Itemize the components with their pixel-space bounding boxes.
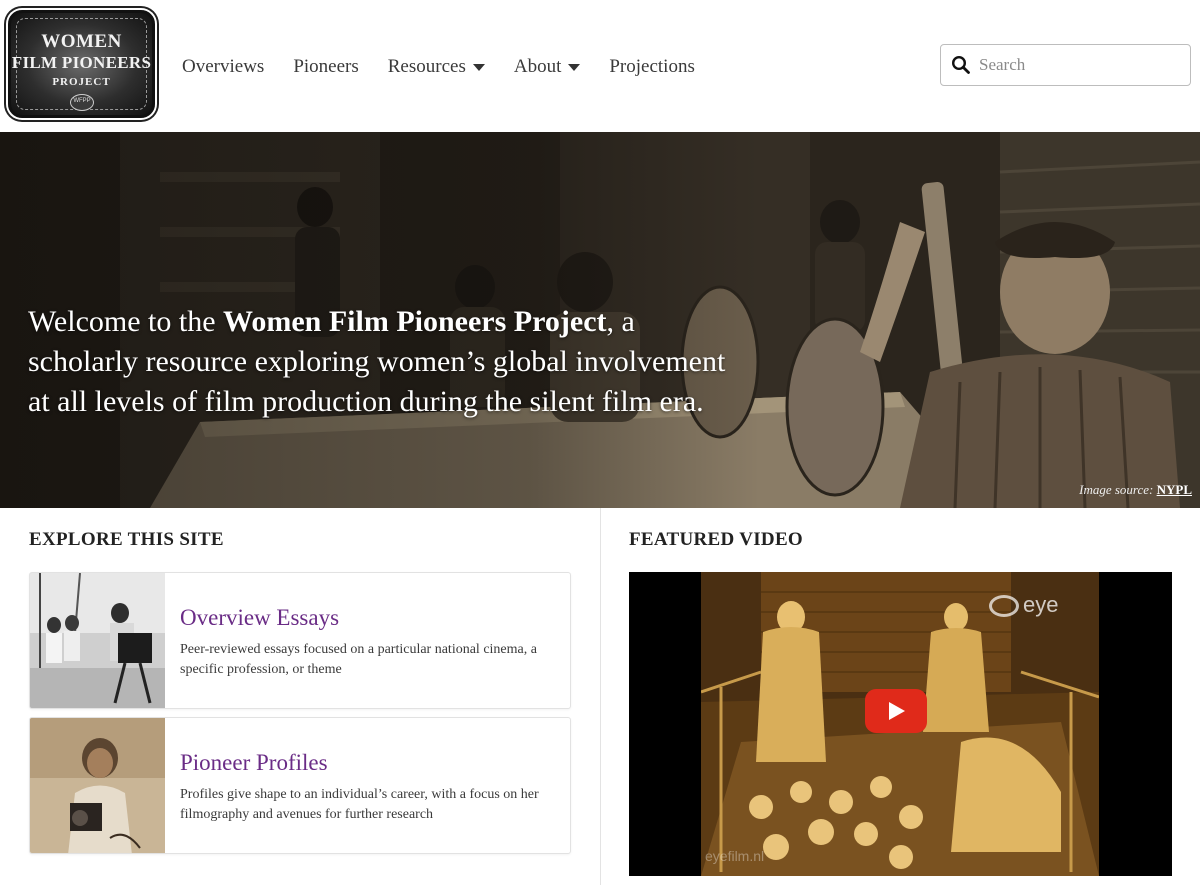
nav-item-label: Pioneers: [293, 56, 359, 77]
image-source-link[interactable]: NYPL: [1157, 482, 1192, 497]
welcome-project-name: Women Film Pioneers Project: [223, 305, 607, 338]
search-icon[interactable]: [951, 55, 971, 75]
card-title[interactable]: Pioneer Profiles: [180, 750, 328, 776]
play-button[interactable]: [865, 689, 927, 733]
welcome-prefix: Welcome to the: [28, 305, 224, 338]
nav-item-resources[interactable]: Resources: [388, 56, 485, 78]
caret-down-icon: [472, 63, 485, 71]
site-logo[interactable]: WOMEN FILM PIONEERS PROJECT WFPP: [8, 10, 155, 118]
search-input[interactable]: [979, 50, 1179, 80]
logo-seal-text: WFPP: [73, 98, 91, 104]
explore-heading: EXPLORE THIS SITE: [29, 529, 224, 550]
pioneer-profiles-thumbnail: [30, 718, 165, 853]
hero-banner: Welcome to the Women Film Pioneers Proje…: [0, 132, 1200, 508]
card-description: Peer-reviewed essays focused on a partic…: [180, 642, 537, 677]
eye-logo-icon: [989, 595, 1019, 618]
nav-item-pioneers[interactable]: Pioneers: [293, 56, 358, 78]
eye-logo-text: eye: [1023, 592, 1059, 617]
video-watermark: eyefilm.nl: [705, 848, 765, 864]
site-header: WOMEN FILM PIONEERS PROJECT WFPP Overvie…: [0, 0, 1200, 132]
logo-line-3: PROJECT: [52, 76, 111, 88]
featured-video-heading: FEATURED VIDEO: [629, 529, 803, 550]
card-overview-essays[interactable]: Overview Essays Peer-reviewed essays foc…: [29, 572, 571, 709]
card-description: Profiles give shape to an individual’s c…: [180, 787, 539, 822]
hero-welcome-text: Welcome to the Women Film Pioneers Proje…: [28, 302, 748, 422]
eye-logo: eye: [989, 592, 1058, 618]
image-source-credit: Image source: NYPL: [1079, 482, 1192, 498]
column-divider: [600, 508, 601, 885]
card-title[interactable]: Overview Essays: [180, 605, 339, 631]
nav-item-label: Overviews: [182, 56, 265, 77]
main-nav: Overviews Pioneers Resources About Proje…: [182, 54, 724, 80]
card-pioneer-profiles[interactable]: Pioneer Profiles Profiles give shape to …: [29, 717, 571, 854]
image-source-label: Image source:: [1079, 482, 1157, 497]
nav-item-about[interactable]: About: [514, 56, 581, 78]
logo-line-1: WOMEN: [41, 31, 122, 52]
nav-item-label: Projections: [609, 56, 695, 77]
play-icon: [889, 702, 905, 720]
nav-item-projections[interactable]: Projections: [609, 56, 695, 78]
logo-seal: WFPP: [70, 94, 94, 111]
nav-item-overviews[interactable]: Overviews: [182, 56, 264, 78]
featured-video-player[interactable]: eye eyefilm.nl: [629, 572, 1172, 876]
caret-down-icon: [568, 63, 581, 71]
search-box: [940, 44, 1191, 86]
logo-line-2: FILM PIONEERS: [11, 53, 152, 72]
nav-item-label: About: [513, 56, 562, 77]
overview-essays-thumbnail: [30, 573, 165, 708]
nav-item-label: Resources: [387, 56, 466, 77]
